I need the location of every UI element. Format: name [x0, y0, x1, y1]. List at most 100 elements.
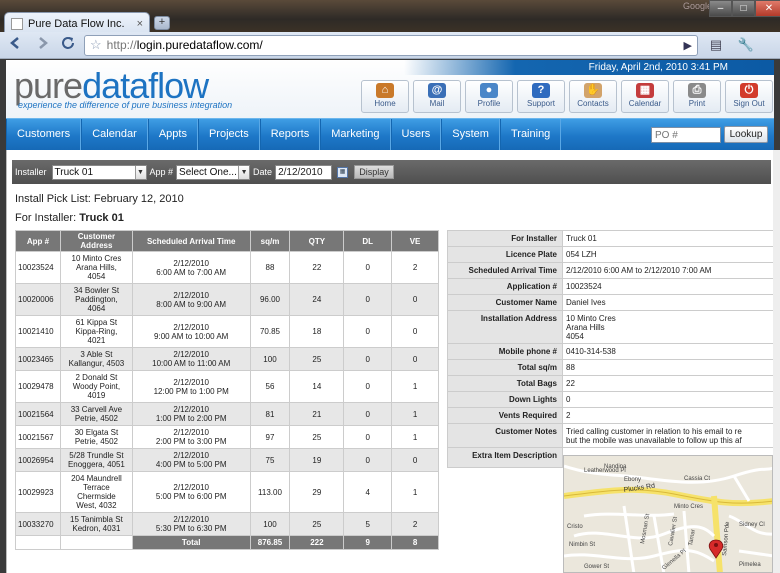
app-number-cell[interactable]: 10029478 — [15, 370, 61, 403]
column-header: Customer Address — [59, 230, 133, 252]
cell-line: 8:00 AM to 9:00 AM — [156, 299, 227, 309]
url-text[interactable]: http://login.puredataflow.com/ — [107, 38, 679, 52]
table-row[interactable]: 10033270 15 Tanimbla St Kedron, 4031 2/12/2… — [15, 512, 439, 536]
dl-cell: 0 — [343, 425, 393, 449]
app-number-cell[interactable]: 10021564 — [15, 402, 61, 426]
table-row[interactable]: 10021567 30 Elgata St Petrie, 4502 2/12/201… — [15, 425, 439, 449]
nav-item-training[interactable]: Training — [499, 119, 562, 150]
sign-out-button[interactable]: ⏻ Sign Out — [725, 80, 773, 113]
bookmark-star-icon[interactable]: ☆ — [90, 37, 102, 53]
detail-row: For Installer Truck 01 — [447, 230, 774, 247]
tab-title: Pure Data Flow Inc. — [28, 17, 125, 30]
app-number-cell[interactable]: 10020006 — [15, 283, 61, 316]
window-controls: – □ ✕ — [709, 0, 780, 17]
profile-button[interactable]: ● Profile — [465, 80, 513, 113]
browser-tab[interactable]: Pure Data Flow Inc. × — [4, 12, 150, 34]
wrench-menu-icon[interactable]: 🔧 — [734, 37, 758, 53]
table-row[interactable]: 10026954 5/28 Trundle St Enoggera, 4051 2/1… — [15, 448, 439, 472]
cell-line: Enoggera, 4051 — [67, 460, 125, 469]
app-number-cell[interactable]: 10023465 — [15, 347, 61, 371]
forward-button[interactable] — [32, 35, 52, 55]
nav-item-customers[interactable]: Customers — [6, 119, 82, 150]
tab-close-icon[interactable]: × — [137, 18, 143, 30]
app-number-cell[interactable]: 10023524 — [15, 251, 61, 284]
minimize-button[interactable]: – — [709, 0, 732, 17]
po-number-input[interactable] — [651, 127, 721, 143]
sqm-cell: 56 — [249, 370, 291, 403]
date-input[interactable]: 2/12/2010 — [275, 164, 333, 180]
qty-cell: 25 — [289, 347, 345, 371]
address-bar[interactable]: ☆ http://login.puredataflow.com/ ▶ — [84, 34, 698, 56]
address-cell: 61 Kippa St Kippa-Ring, 4021 — [59, 315, 133, 348]
app-number-cell[interactable]: 10026954 — [15, 448, 61, 472]
table-row[interactable]: 10020006 34 Bowler St Paddington, 4064 2/12/… — [15, 283, 439, 316]
new-tab-button[interactable]: + — [154, 16, 170, 30]
table-row[interactable]: 10021564 33 Carvell Ave Petrie, 4502 2/12/2… — [15, 402, 439, 426]
cell-line: 2/12/2010 — [173, 483, 209, 492]
installer-select[interactable]: Truck 01 ▼ — [51, 164, 147, 180]
support-button[interactable]: ? Support — [517, 80, 565, 113]
ve-cell: 1 — [391, 471, 439, 513]
nav-item-calendar[interactable]: Calendar — [81, 119, 148, 150]
table-row[interactable]: 10029478 2 Donald St Woody Point, 4019 2/12/… — [15, 370, 439, 403]
sqm-cell: 113.00 — [249, 471, 291, 513]
jobs-table: App # Customer Address Scheduled Arrival T… — [15, 230, 439, 550]
nav-item-system[interactable]: System — [441, 119, 500, 150]
back-button[interactable] — [6, 35, 26, 55]
detail-row: Mobile phone #0410-314-538 — [447, 343, 774, 360]
page-scrollbar[interactable] — [773, 150, 780, 573]
cell-line: 0 — [566, 395, 571, 404]
calendar-button[interactable]: ▦ Calendar — [621, 80, 669, 113]
cell-line: 2 — [566, 411, 571, 420]
column-header: DL — [343, 230, 393, 252]
table-row[interactable]: 10029923 204 Maundrell Terrace Chermside Wes… — [15, 471, 439, 513]
lookup-button[interactable]: Lookup — [724, 126, 768, 143]
sqm-cell: 100 — [249, 512, 291, 536]
detail-label: Customer Name — [447, 294, 563, 311]
mail-button[interactable]: @ Mail — [413, 80, 461, 113]
detail-label: Scheduled Arrival Time — [447, 262, 563, 279]
detail-label: Total Bags — [447, 375, 563, 392]
app-number-cell[interactable]: 10021567 — [15, 425, 61, 449]
page-menu-icon[interactable]: ▤ — [704, 37, 728, 53]
close-window-button[interactable]: ✕ — [755, 0, 780, 17]
detail-label: Mobile phone # — [447, 343, 563, 360]
nav-item-projects[interactable]: Projects — [197, 119, 260, 150]
reload-button[interactable] — [58, 35, 78, 55]
nav-item-appts[interactable]: Appts — [147, 119, 198, 150]
nav-item-users[interactable]: Users — [390, 119, 442, 150]
nav-item-marketing[interactable]: Marketing — [320, 119, 391, 150]
location-map[interactable]: Leatherwood Pl Plucks Rd Minto Cres Cass… — [563, 455, 773, 573]
app-number-label: App # — [149, 167, 174, 177]
date-time-display: Friday, April 2nd, 2010 3:41 PM — [404, 60, 774, 75]
detail-row: Total Bags 22 — [447, 375, 774, 392]
ve-cell: 0 — [391, 283, 439, 316]
display-button[interactable]: Display — [354, 165, 395, 179]
app-number-select[interactable]: Select One... ▼ — [176, 164, 251, 180]
calendar-picker-icon[interactable]: ▦ — [337, 166, 349, 178]
dl-cell: 0 — [343, 347, 393, 371]
table-row[interactable]: 10023524 10 Minto Cres Arana Hills, 4054 2/1… — [15, 251, 439, 284]
table-row[interactable]: 10023465 3 Able St Kallangur, 4503 2/12/201… — [15, 347, 439, 371]
qty-cell: 24 — [289, 283, 345, 316]
profile-icon: ● — [480, 83, 498, 98]
go-icon[interactable]: ▶ — [684, 39, 692, 52]
qty-cell: 22 — [289, 251, 345, 284]
blank-cell — [59, 535, 133, 550]
total-label: Total — [131, 535, 251, 550]
nav-item-reports[interactable]: Reports — [259, 119, 321, 150]
detail-label: Licence Plate — [447, 246, 563, 263]
arrival-cell: 2/12/2010 9:00 AM to 10:00 AM — [131, 315, 251, 348]
column-header: QTY — [289, 230, 345, 252]
icon-button-label: Contacts — [577, 99, 609, 108]
puredataflow-logo[interactable]: puredataflow — [14, 68, 209, 104]
cell-line: Arana Hills — [566, 323, 605, 332]
app-number-cell[interactable]: 10033270 — [15, 512, 61, 536]
contacts-button[interactable]: ✋ Contacts — [569, 80, 617, 113]
app-number-cell[interactable]: 10021410 — [15, 315, 61, 348]
print-button[interactable]: ⎙ Print — [673, 80, 721, 113]
home-button[interactable]: ⌂ Home — [361, 80, 409, 113]
app-number-cell[interactable]: 10029923 — [15, 471, 61, 513]
maximize-button[interactable]: □ — [732, 0, 755, 17]
table-row[interactable]: 10021410 61 Kippa St Kippa-Ring, 4021 2/12/2… — [15, 315, 439, 348]
